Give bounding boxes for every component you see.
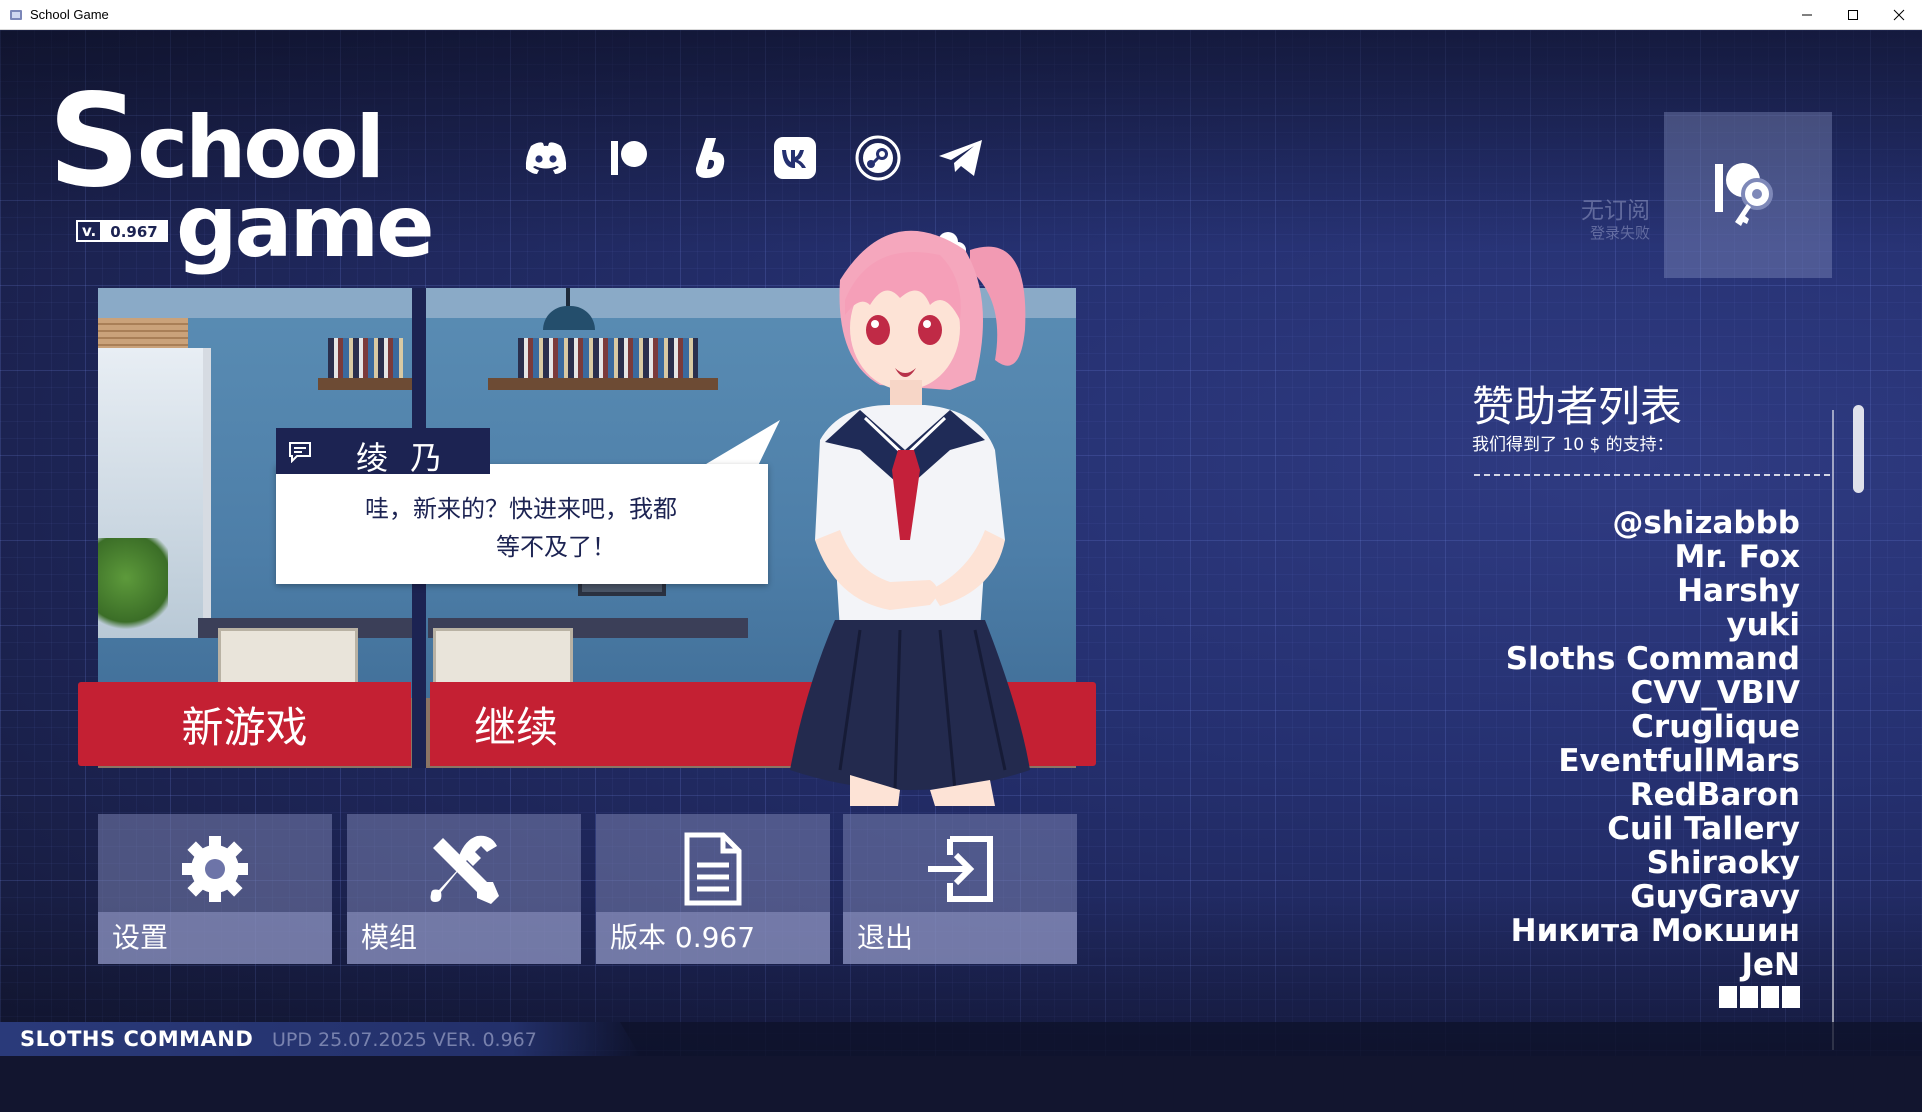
exit-button[interactable]: 退出 (843, 814, 1077, 964)
mods-icon-wrap (347, 824, 581, 914)
new-game-button[interactable]: 新游戏 (78, 682, 411, 766)
speaker-name: 绫 乃 (356, 439, 449, 477)
missing-glyph-box (1719, 986, 1737, 1008)
dialogue-box[interactable]: 绫 乃 哇，新来的？快进来吧，我都 等不及了！ (276, 420, 780, 584)
minimize-icon (1802, 14, 1812, 16)
sponsor-item: RedBaron (1629, 777, 1800, 813)
sponsors-subtitle: 我们得到了 10 $ 的支持： (1472, 435, 1674, 455)
settings-icon-wrap (98, 824, 332, 914)
version-icon-wrap (596, 824, 830, 914)
missing-glyph-box (1761, 986, 1779, 1008)
sponsor-item: @shizabbb (1612, 505, 1800, 541)
steam-icon[interactable] (850, 130, 906, 186)
version-number: 0.967 (100, 220, 168, 242)
settings-button[interactable]: 设置 (98, 814, 332, 964)
version-button[interactable]: 版本 0.967 (596, 814, 830, 964)
minimize-button[interactable] (1784, 0, 1830, 30)
footer-fill (0, 1056, 1922, 1112)
scene-plant (98, 538, 168, 638)
scene-books-right (518, 338, 698, 378)
window-titlebar: School Game (0, 0, 1922, 30)
gear-icon (182, 836, 248, 902)
dialogue-text: 哇，新来的？快进来吧，我都 等不及了！ (276, 490, 736, 566)
chat-icon (289, 442, 311, 463)
logo-game: game (176, 177, 435, 277)
login-error: 登录失败 (1589, 224, 1650, 242)
sponsors-divider (1474, 474, 1830, 476)
dialogue-line-1: 哇，新来的？快进来吧，我都 (365, 495, 677, 523)
footer-bar: SLOTHS COMMAND UPD 25.07.2025 VER. 0.967 (0, 1022, 1922, 1056)
game-canvas: School game v. 0.967 无订阅 登录失败 绫 乃 哇，新来的？… (0, 30, 1922, 1112)
vk-icon[interactable] (767, 130, 823, 186)
subscription-status: 无订阅 (1581, 198, 1650, 224)
update-info: UPD 25.07.2025 VER. 0.967 (272, 1029, 537, 1051)
exit-label: 退出 (843, 912, 1077, 964)
social-links (518, 130, 989, 186)
missing-glyph-box (1782, 986, 1800, 1008)
discord-icon[interactable] (518, 130, 574, 186)
sponsor-item: Никита Мокшин (1510, 913, 1800, 949)
sponsor-list: @shizabbb Mr. Fox Harshy yuki Sloths Com… (1380, 506, 1800, 1008)
exit-icon (928, 836, 993, 902)
sponsor-item: JeN (1741, 947, 1800, 983)
key-icon (1715, 163, 1773, 226)
maximize-icon (1848, 10, 1858, 20)
maximize-button[interactable] (1830, 0, 1876, 30)
sponsor-item: Harshy (1677, 573, 1800, 609)
sponsors-border (1832, 410, 1834, 1050)
sponsor-item: CVV_VBIV (1630, 675, 1800, 711)
sponsor-item: GuyGravy (1630, 879, 1800, 915)
mods-label: 模组 (347, 912, 581, 964)
mods-button[interactable]: 模组 (347, 814, 581, 964)
missing-glyph-box (1740, 986, 1758, 1008)
sponsor-item-unrenderable (1380, 986, 1800, 1008)
sponsor-item: yuki (1726, 607, 1800, 643)
sponsor-item: Cruglique (1631, 709, 1800, 745)
login-button[interactable] (1664, 112, 1832, 278)
exit-icon-wrap (843, 824, 1077, 914)
game-logo: School game v. 0.967 (48, 58, 458, 288)
sponsor-item: EventfullMars (1558, 743, 1800, 779)
close-icon (1893, 9, 1905, 21)
dialogue-line-2: 等不及了！ (496, 533, 616, 561)
version-label: 版本 0.967 (596, 912, 830, 964)
sponsor-item: Cuil Tallery (1607, 811, 1800, 847)
telegram-icon[interactable] (933, 130, 989, 186)
patreon-icon[interactable] (601, 130, 657, 186)
window-title: School Game (30, 7, 109, 22)
document-icon (684, 832, 742, 906)
logo-version-badge: v. 0.967 (76, 220, 168, 242)
boosty-icon[interactable] (684, 130, 740, 186)
sponsors-title: 赞助者列表 (1472, 382, 1683, 431)
settings-label: 设置 (98, 912, 332, 964)
character-ayano (790, 230, 1030, 806)
sponsors-scrollbar[interactable] (1853, 405, 1864, 493)
scene-shelf-left (318, 378, 413, 390)
logo-s: S (48, 67, 140, 216)
sponsor-item: Sloths Command (1505, 641, 1800, 677)
close-button[interactable] (1876, 0, 1922, 30)
sponsor-item: Shiraoky (1646, 845, 1800, 881)
scene-shelf-right (488, 378, 718, 390)
speaker-tab: 绫 乃 (276, 428, 490, 477)
studio-name: SLOTHS COMMAND (20, 1027, 254, 1051)
tools-icon (430, 835, 499, 904)
sponsor-item: Mr. Fox (1674, 539, 1801, 575)
login-status: 无订阅 登录失败 (1581, 198, 1650, 242)
scene-books-left (328, 338, 403, 378)
version-prefix: v. (76, 220, 101, 242)
app-icon (10, 10, 22, 20)
